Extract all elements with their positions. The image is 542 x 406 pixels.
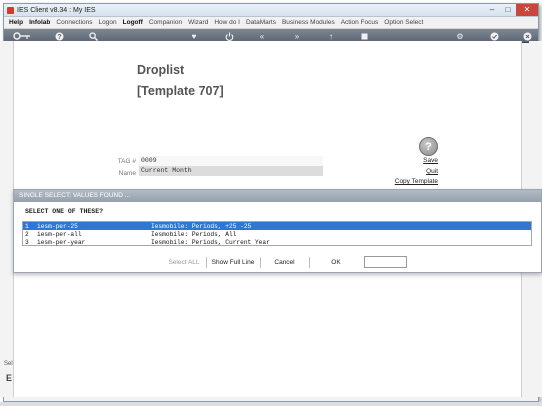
- row-number: 1: [25, 222, 29, 230]
- menu-help[interactable]: Help: [9, 19, 23, 26]
- menu-option-select[interactable]: Option Select: [384, 19, 423, 26]
- window-controls: – □ ✕: [484, 3, 538, 17]
- button-divider: [309, 257, 310, 268]
- maximize-icon[interactable]: □: [500, 4, 516, 16]
- menu-action-focus[interactable]: Action Focus: [341, 19, 379, 26]
- row-code: iesm-per-25: [37, 222, 78, 230]
- row-description: Iesmobile: Periods, +25 -25: [151, 222, 252, 230]
- minimize-icon[interactable]: –: [484, 4, 500, 16]
- copy-template-link[interactable]: Copy Template: [380, 178, 438, 185]
- bottom-tab-label: Sel: [4, 361, 13, 367]
- quit-link[interactable]: Quit: [410, 168, 438, 175]
- app-icon: [7, 6, 14, 14]
- save-link[interactable]: Save: [410, 157, 438, 164]
- menu-wizard[interactable]: Wizard: [188, 19, 208, 26]
- left-panel-strip: [0, 41, 13, 397]
- name-label: Name: [118, 170, 136, 177]
- tag-field[interactable]: 0009: [139, 156, 323, 166]
- ok-button[interactable]: OK: [311, 256, 361, 269]
- row-code: iesm-per-year: [37, 238, 86, 246]
- menu-connections[interactable]: Connections: [56, 19, 92, 26]
- page-subtitle: [Template 707]: [137, 84, 224, 98]
- dialog-title: SINGLE SELECT: VALUES FOUND ...: [14, 190, 541, 202]
- list-item[interactable]: 1 iesm-per-25 Iesmobile: Periods, +25 -2…: [23, 222, 531, 230]
- cancel-button[interactable]: Cancel: [262, 256, 307, 269]
- dialog-button-bar: Select ALL Show Full Line Cancel OK: [14, 256, 541, 270]
- row-description: Iesmobile: Periods, All: [151, 230, 237, 238]
- dialog-input[interactable]: [364, 256, 407, 268]
- row-code: iesm-per-all: [37, 230, 82, 238]
- svg-text:?: ?: [57, 34, 61, 41]
- page-title: Droplist: [137, 63, 185, 77]
- window-close-icon[interactable]: ✕: [516, 3, 538, 16]
- single-select-dialog: SINGLE SELECT: VALUES FOUND ... SELECT O…: [13, 189, 542, 273]
- row-number: 2: [25, 230, 29, 238]
- list-item[interactable]: 3 iesm-per-year Iesmobile: Periods, Curr…: [23, 238, 531, 246]
- values-list: 1 iesm-per-25 Iesmobile: Periods, +25 -2…: [22, 221, 532, 246]
- menu-business-modules[interactable]: Business Modules: [282, 19, 335, 26]
- button-divider: [260, 257, 261, 268]
- menu-logon[interactable]: Logon: [99, 19, 117, 26]
- menu-bar: Help Infolab Connections Logon Logoff Co…: [4, 17, 538, 29]
- menu-logoff[interactable]: Logoff: [123, 19, 143, 26]
- name-field[interactable]: Current Month: [139, 166, 323, 176]
- window-title: IES Client v8.34 : My IES: [17, 6, 96, 14]
- dialog-prompt: SELECT ONE OF THESE?: [25, 208, 104, 215]
- list-item[interactable]: 2 iesm-per-all Iesmobile: Periods, All: [23, 230, 531, 238]
- row-description: Iesmobile: Periods, Current Year: [151, 238, 270, 246]
- menu-infolab[interactable]: Infolab: [29, 19, 50, 26]
- title-bar: IES Client v8.34 : My IES – □ ✕: [4, 3, 538, 17]
- status-bar: [0, 402, 542, 406]
- select-all-button[interactable]: Select ALL: [164, 256, 204, 269]
- row-number: 3: [25, 238, 29, 246]
- menu-companion[interactable]: Companion: [149, 19, 182, 26]
- help-circle-icon[interactable]: ?: [419, 137, 438, 156]
- tag-label: TAG #: [117, 158, 136, 165]
- show-full-line-button[interactable]: Show Full Line: [208, 256, 258, 269]
- menu-datamarts[interactable]: DataMarts: [246, 19, 276, 26]
- button-divider: [206, 257, 207, 268]
- menu-how-do-i[interactable]: How do I: [214, 19, 240, 26]
- bottom-mark: E: [6, 373, 13, 383]
